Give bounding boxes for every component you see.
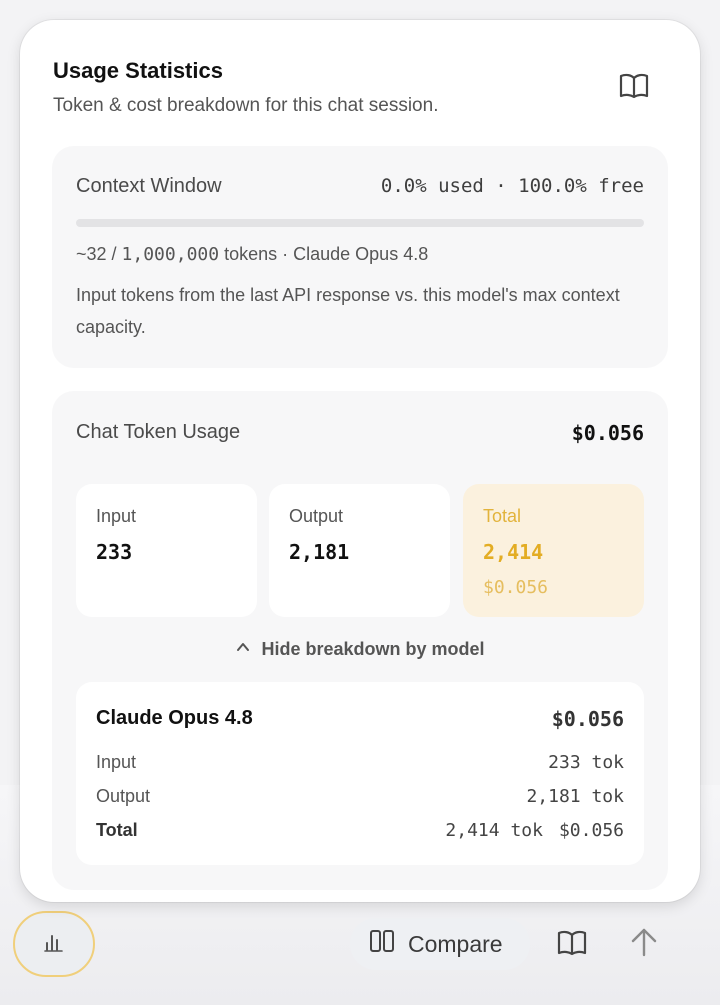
input-stat-value: 233: [96, 540, 133, 564]
hide-breakdown-toggle[interactable]: Hide breakdown by model: [52, 639, 668, 660]
chat-usage-label: Chat Token Usage: [76, 421, 241, 443]
columns-icon: [368, 927, 396, 961]
model-output-value: 2,181 tok: [526, 786, 624, 807]
tokens-suffix: tokens · Claude Opus 4.8: [219, 244, 429, 264]
model-output-label: Output: [96, 786, 151, 806]
context-tokens: ~32 / 1,000,000 tokens · Claude Opus 4.8: [76, 244, 428, 265]
chat-usage-total-cost: $0.056: [571, 421, 644, 445]
panel-subtitle: Token & cost breakdown for this chat ses…: [53, 95, 439, 116]
model-total-tokens: 2,414 tok: [445, 820, 543, 841]
total-stat-value: 2,414: [483, 540, 544, 564]
usage-statistics-panel: Usage Statistics Token & cost breakdown …: [20, 20, 700, 902]
total-stat-box: Total 2,414 $0.056: [463, 484, 644, 617]
book-icon: [618, 73, 650, 106]
compare-label: Compare: [408, 930, 503, 957]
panel-title: Usage Statistics: [53, 58, 223, 83]
usage-stats-button[interactable]: [13, 911, 95, 977]
total-stat-label: Total: [483, 506, 522, 526]
bar-chart-icon: [42, 930, 66, 959]
context-usage-bar: [76, 219, 644, 227]
send-button[interactable]: [626, 926, 662, 962]
model-output-row: Output 2,181 tok: [96, 786, 624, 807]
context-window-description: Input tokens from the last API response …: [76, 285, 620, 337]
model-input-label: Input: [96, 752, 137, 772]
total-stat-cost: $0.056: [483, 577, 549, 598]
arrow-up-icon: [628, 926, 660, 963]
model-breakdown-item: Claude Opus 4.8 $0.056 Input 233 tok Out…: [76, 682, 644, 865]
model-input-row: Input 233 tok: [96, 752, 624, 773]
docs-button[interactable]: [554, 927, 590, 963]
model-total-values: 2,414 tok $0.056: [445, 820, 624, 841]
docs-link[interactable]: [618, 70, 650, 107]
output-stat-box: Output 2,181: [269, 484, 450, 617]
model-name: Claude Opus 4.8: [96, 707, 253, 729]
tokens-prefix: ~32 /: [76, 244, 122, 264]
chevron-up-icon: [235, 639, 251, 660]
book-icon: [556, 927, 588, 964]
compare-button[interactable]: Compare: [350, 918, 530, 970]
output-stat-value: 2,181: [289, 540, 350, 564]
hide-breakdown-label: Hide breakdown by model: [261, 639, 485, 659]
context-window-card: Context Window 0.0% used · 100.0% free ~…: [52, 146, 668, 368]
input-stat-box: Input 233: [76, 484, 257, 617]
model-total-label: Total: [96, 820, 138, 840]
context-window-stats: 0.0% used · 100.0% free: [380, 175, 644, 197]
model-input-value: 233 tok: [548, 752, 624, 773]
chat-token-usage-card: Chat Token Usage $0.056 Input 233 Output…: [52, 391, 668, 890]
tokens-max: 1,000,000: [121, 244, 220, 265]
model-total-cost: $0.056: [558, 820, 624, 841]
output-stat-label: Output: [289, 506, 344, 526]
model-cost: $0.056: [551, 707, 624, 731]
context-window-label: Context Window: [76, 175, 222, 197]
input-stat-label: Input: [96, 506, 137, 526]
model-total-row: Total 2,414 tok $0.056: [96, 820, 624, 841]
